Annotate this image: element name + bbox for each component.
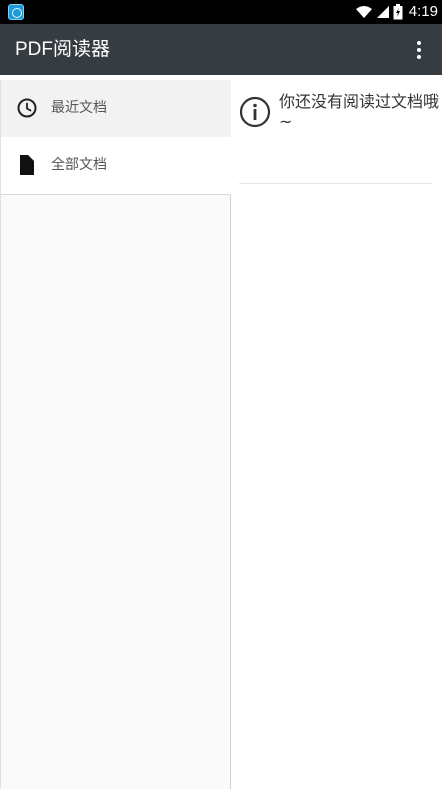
battery-icon [393,4,403,20]
status-bar: 4:19 [0,0,442,24]
file-icon [20,155,34,175]
main-content: 你还没有阅读过文档哦~ [231,80,442,789]
info-icon [239,96,271,128]
app-notification-icon [8,4,24,20]
cell-signal-icon [376,6,389,18]
menu-dot [417,47,421,52]
menu-dot [417,54,421,59]
drawer-list: 最近文档 全部文档 [1,80,231,195]
drawer-item-recent[interactable]: 最近文档 [1,80,231,137]
app-title: PDF阅读器 [15,39,111,60]
divider [239,183,432,184]
drawer-item-label: 全部文档 [51,157,107,173]
drawer-item-label: 最近文档 [51,100,107,116]
more-vert-icon[interactable] [404,34,434,65]
empty-state-message: 你还没有阅读过文档哦~ [279,92,440,131]
wifi-icon [355,6,372,18]
navigation-drawer: 最近文档 全部文档 [0,80,231,789]
status-icons: 4:19 [355,2,438,22]
drawer-item-all[interactable]: 全部文档 [1,137,231,194]
app-bar: PDF阅读器 [0,24,442,75]
menu-dot [417,40,421,45]
clock-icon [17,98,37,118]
status-time: 4:19 [408,3,438,20]
